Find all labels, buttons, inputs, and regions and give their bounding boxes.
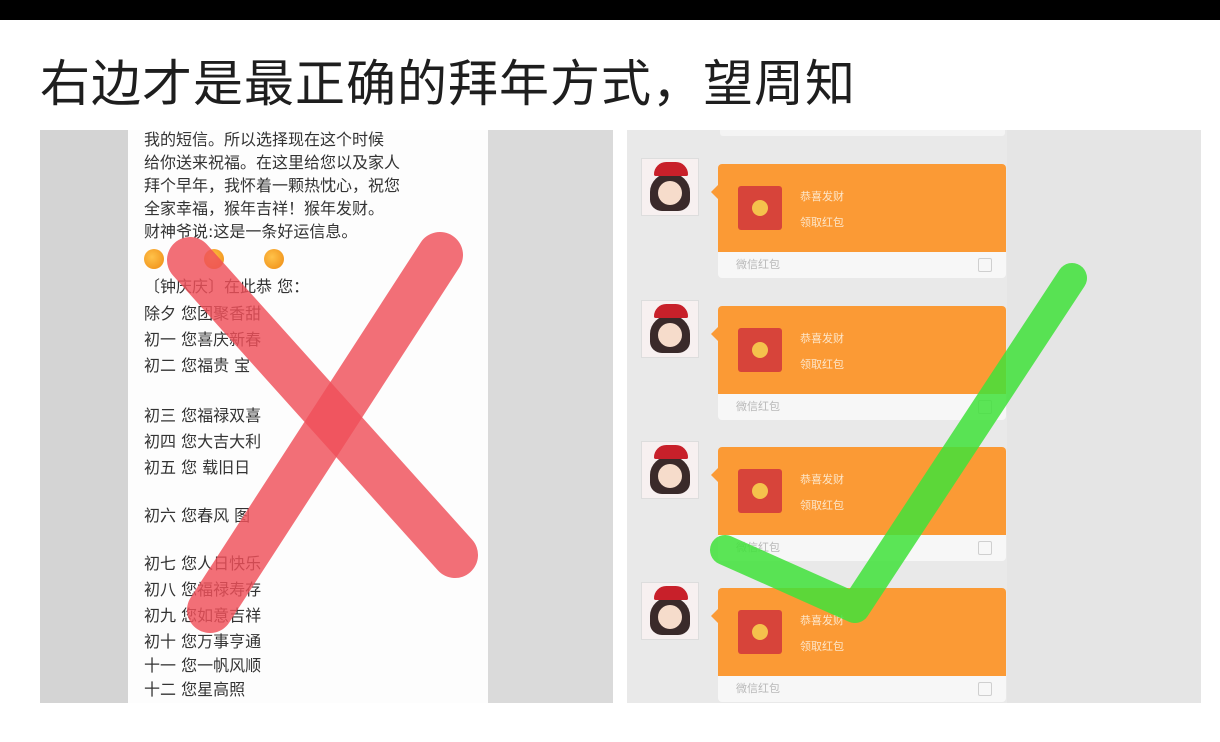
top-black-bar	[0, 0, 1220, 20]
page-title: 右边才是最正确的拜年方式，望周知	[40, 55, 856, 113]
green-check-mark-icon	[710, 263, 1087, 623]
wrong-example-panel: 我的短信。所以选择现在这个时候 给你送来祝福。在这里给您以及家人 拜个早年，我怀…	[40, 130, 613, 703]
red-cross-mark-icon	[167, 232, 478, 633]
